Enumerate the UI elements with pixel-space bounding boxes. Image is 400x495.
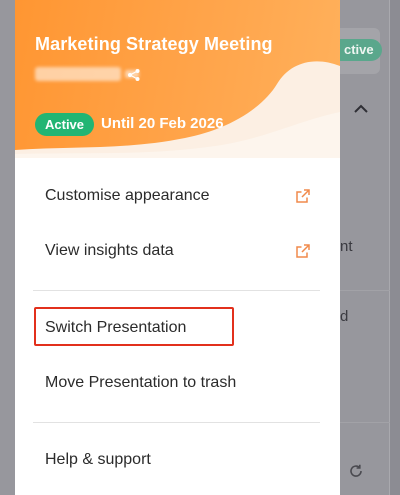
highlight-annotation xyxy=(34,307,234,346)
menu-divider xyxy=(33,290,320,291)
status-badge: Active xyxy=(35,113,95,136)
menu-divider xyxy=(33,422,320,423)
chevron-up-icon xyxy=(354,104,368,113)
refresh-icon xyxy=(350,464,362,477)
presentation-menu: Marketing Strategy Meeting Active Until … xyxy=(15,0,340,495)
help-support-item[interactable]: Help & support xyxy=(15,436,340,484)
blurred-presentation-code xyxy=(35,67,139,81)
background-divider xyxy=(340,422,390,423)
presentation-header: Marketing Strategy Meeting Active Until … xyxy=(15,0,340,158)
menu-item-label: Help & support xyxy=(45,451,151,468)
background-text-fragment: d xyxy=(340,308,349,325)
external-link-icon xyxy=(296,244,310,258)
view-insights-item[interactable]: View insights data xyxy=(15,227,340,275)
menu-item-label: Customise appearance xyxy=(45,187,210,204)
menu-item-label: Move Presentation to trash xyxy=(45,374,237,391)
menu-item-label: View insights data xyxy=(45,242,174,259)
customise-appearance-item[interactable]: Customise appearance xyxy=(15,172,340,220)
move-to-trash-item[interactable]: Move Presentation to trash xyxy=(15,359,340,407)
presentation-title: Marketing Strategy Meeting xyxy=(35,34,273,54)
share-icon[interactable] xyxy=(127,68,141,82)
background-text-fragment: nt xyxy=(340,238,353,255)
external-link-icon xyxy=(296,189,310,203)
expiry-date: Until 20 Feb 2026 xyxy=(101,115,224,132)
background-divider xyxy=(340,290,390,291)
